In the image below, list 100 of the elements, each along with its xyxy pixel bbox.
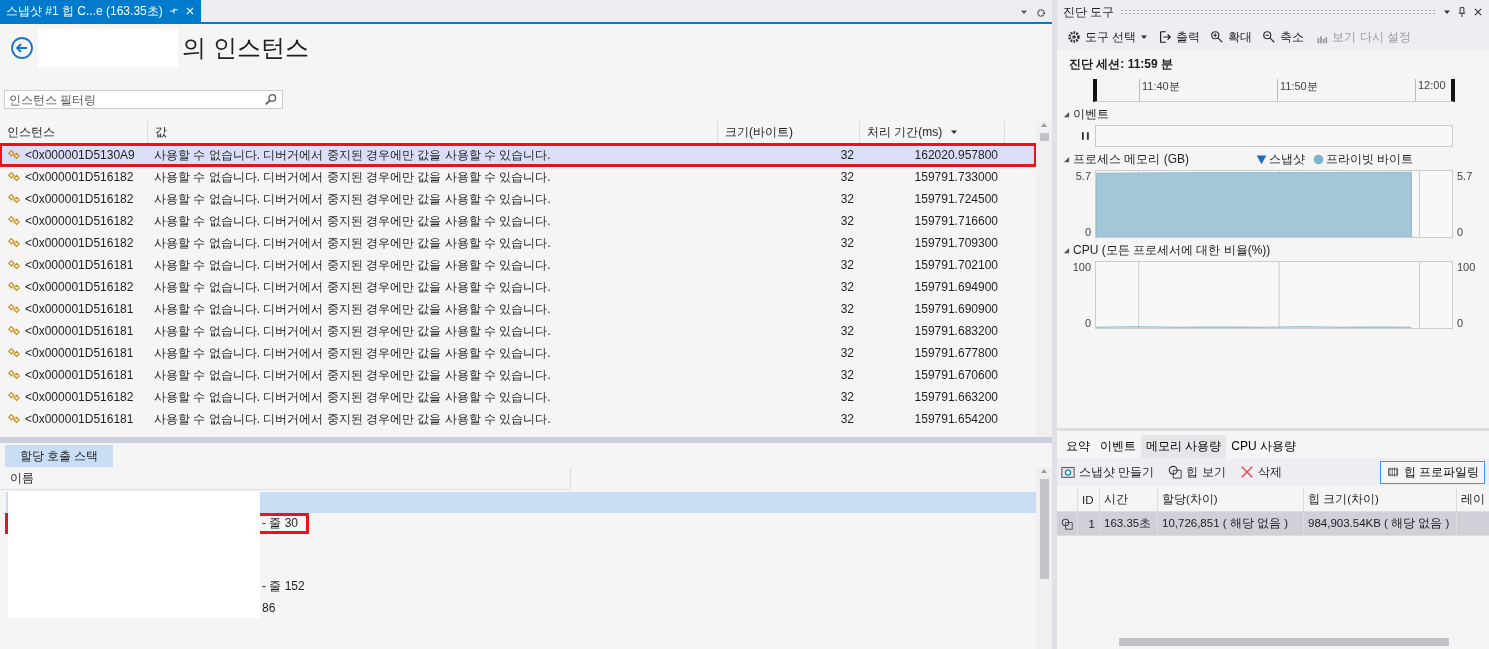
object-icon [6,258,22,272]
instance-row[interactable]: <0x000001D516182 사용할 수 없습니다. 디버거에서 중지된 경우에만 값을 사용할 수 있습니다. 32 159791.733000 [0,166,1036,188]
instance-row[interactable]: <0x000001D516181 사용할 수 없습니다. 디버거에서 중지된 경우에만 값을 사용할 수 있습니다. 32 159791.677800 [0,342,1036,364]
session-label: 진단 세션: 11:59 분 [1068,56,1175,73]
object-icon [6,346,22,360]
collapse-triangle-icon [1063,111,1070,118]
triangle-marker-icon [1255,154,1267,165]
axis-tick-label: 0 [1457,226,1464,238]
column-header[interactable]: ID [1082,493,1094,506]
toolbar-button[interactable]: 출력 [1158,28,1201,46]
instance-address: <0x000001D516182 [25,236,134,250]
instance-row[interactable]: <0x000001D516182 사용할 수 없습니다. 디버거에서 중지된 경우에만 값을 사용할 수 있습니다. 32 159791.724500 [0,188,1036,210]
instance-duration: 159791.733000 [914,170,998,184]
call-stack-tab[interactable]: 할당 호출 스택 [5,445,113,467]
stack-row[interactable] [6,492,1036,513]
instance-row[interactable]: <0x000001D516181 사용할 수 없습니다. 디버거에서 중지된 경우에만 값을 사용할 수 있습니다. 32 159791.654200 [0,408,1036,430]
column-header[interactable]: 힙 크기(차이) [1308,492,1379,507]
collapse-triangle-icon [1063,247,1070,254]
tab[interactable]: 이벤트 [1095,435,1141,458]
instance-row[interactable]: <0x000001D516181 사용할 수 없습니다. 디버거에서 중지된 경우에만 값을 사용할 수 있습니다. 32 159791.683200 [0,320,1036,342]
heap-profiling-button[interactable]: 힙 프로파일링 [1379,460,1485,484]
instance-size: 32 [840,368,854,382]
instance-row[interactable]: <0x000001D516182 사용할 수 없습니다. 디버거에서 중지된 경우에만 값을 사용할 수 있습니다. 32 159791.709300 [0,232,1036,254]
instance-value: 사용할 수 없습니다. 디버거에서 중지된 경우에만 값을 사용할 수 있습니다. [154,366,551,384]
action-button[interactable]: 삭제 [1239,463,1282,481]
instance-address: <0x000001D516182 [25,170,134,184]
delete-icon [1239,465,1254,479]
instance-size: 32 [840,214,854,228]
instance-value: 사용할 수 없습니다. 디버거에서 중지된 경우에만 값을 사용할 수 있습니다. [154,410,551,428]
timeline-label: 11:50분 [1280,80,1318,92]
instance-address: <0x000001D516181 [25,368,134,382]
column-header[interactable]: 레이 [1461,492,1485,507]
instance-value: 사용할 수 없습니다. 디버거에서 중지된 경우에만 값을 사용할 수 있습니다. [154,168,551,186]
column-header[interactable]: 값 [155,123,167,141]
stack-row[interactable]: - 줄 30 [6,513,1036,534]
stack-row[interactable]: 86 [6,597,1036,618]
instance-row[interactable]: <0x000001D516182 사용할 수 없습니다. 디버거에서 중지된 경우에만 값을 사용할 수 있습니다. 32 159791.663200 [0,386,1036,408]
scroll-thumb[interactable] [1039,479,1049,579]
instance-duration: 159791.709300 [914,236,998,250]
instance-row[interactable]: <0x000001D516181 사용할 수 없습니다. 디버거에서 중지된 경우에만 값을 사용할 수 있습니다. 32 159791.690900 [0,298,1036,320]
instance-duration: 159791.677800 [914,346,998,360]
toolbar-button[interactable]: 도구 선택 [1067,28,1149,46]
object-icon [6,302,22,316]
instance-duration: 159791.716600 [914,214,998,228]
gear-icon [1067,30,1081,44]
instance-address: <0x000001D516181 [25,346,134,360]
column-header[interactable]: 할당(차이) [1162,492,1218,507]
instance-value: 사용할 수 없습니다. 디버거에서 중지된 경우에만 값을 사용할 수 있습니다. [154,146,551,164]
instance-address: <0x000001D516182 [25,390,134,404]
instance-address: <0x000001D516181 [25,258,134,272]
object-icon [6,148,22,162]
zoom-in-icon [1210,30,1225,44]
stack-row[interactable]: - 줄 152 [6,576,1036,597]
instance-address: <0x000001D516182 [25,214,134,228]
column-header[interactable]: 처리 기간(ms) [867,123,943,141]
tab[interactable]: CPU 사용량 [1226,435,1301,458]
tab[interactable]: 메모리 사용량 [1141,435,1227,458]
toolbar-button[interactable]: 확대 [1210,28,1253,46]
instance-value: 사용할 수 없습니다. 디버거에서 중지된 경우에만 값을 사용할 수 있습니다. [154,190,551,208]
sort-caret-icon [950,128,959,136]
instance-value: 사용할 수 없습니다. 디버거에서 중지된 경우에만 값을 사용할 수 있습니다. [154,322,551,340]
column-header[interactable]: 인스턴스 [7,123,55,141]
object-icon [6,412,22,426]
instance-duration: 159791.690900 [914,302,998,316]
tab[interactable]: 요약 [1061,435,1095,458]
zoom-out-icon [1262,30,1277,44]
column-header[interactable]: 크기(바이트) [725,123,793,141]
scroll-thumb[interactable] [1039,133,1049,141]
toolbar-button[interactable]: 축소 [1262,28,1305,46]
scroll-up-icon [1040,121,1048,129]
instance-row[interactable]: <0x000001D516181 사용할 수 없습니다. 디버거에서 중지된 경우에만 값을 사용할 수 있습니다. 32 159791.702100 [0,254,1036,276]
instance-duration: 159791.663200 [914,390,998,404]
instance-address: <0x000001D516182 [25,192,134,206]
object-icon [6,280,22,294]
column-header[interactable]: 시간 [1104,492,1128,507]
timeline-ruler[interactable]: 11:40분 11:50분 12:00 [1093,79,1455,102]
timeline-label: 11:40분 [1142,80,1180,92]
snapshot-row[interactable]: 1 163.35초 10,726,851 ( 해당 없음 ) 984,903.54KB ( 해당 없음 ) [1057,512,1489,536]
caret-icon [1140,33,1149,41]
instance-row[interactable]: <0x000001D516182 사용할 수 없습니다. 디버거에서 중지된 경우에만 값을 사용할 수 있습니다. 32 159791.694900 [0,276,1036,298]
axis-tick-label: 0 [1457,317,1464,329]
document-tab[interactable]: 스냅샷 #1 힙 C...e (163.35초) [0,0,201,22]
snapshot-heap-size: 984,903.54KB ( 해당 없음 ) [1308,516,1450,531]
instance-row[interactable]: <0x000001D5130A9 사용할 수 없습니다. 디버거에서 중지된 경우에만 값을 사용할 수 있습니다. 32 162020.957800 [0,144,1036,166]
object-icon [6,368,22,382]
column-header[interactable]: 이름 [10,469,34,487]
filter-field[interactable]: 인스턴스 필터링 [4,90,283,109]
axis-tick-label: 5.7 [1457,170,1473,182]
stack-frame: - 줄 30 [260,515,300,532]
action-button[interactable]: 스냅샷 만들기 [1061,463,1155,481]
instance-row[interactable]: <0x000001D516181 사용할 수 없습니다. 디버거에서 중지된 경우에만 값을 사용할 수 있습니다. 32 159791.670600 [0,364,1036,386]
action-button[interactable]: 힙 보기 [1168,463,1226,481]
instance-address: <0x000001D516181 [25,324,134,338]
settings-icon [1036,8,1046,18]
snapshot-id: 1 [1088,517,1095,530]
pin-icon [168,6,179,16]
object-icon [6,236,22,250]
axis-tick-label: 100 [1457,261,1476,273]
collapse-triangle-icon [1063,156,1070,163]
instance-row[interactable]: <0x000001D516182 사용할 수 없습니다. 디버거에서 중지된 경우에만 값을 사용할 수 있습니다. 32 159791.716600 [0,210,1036,232]
